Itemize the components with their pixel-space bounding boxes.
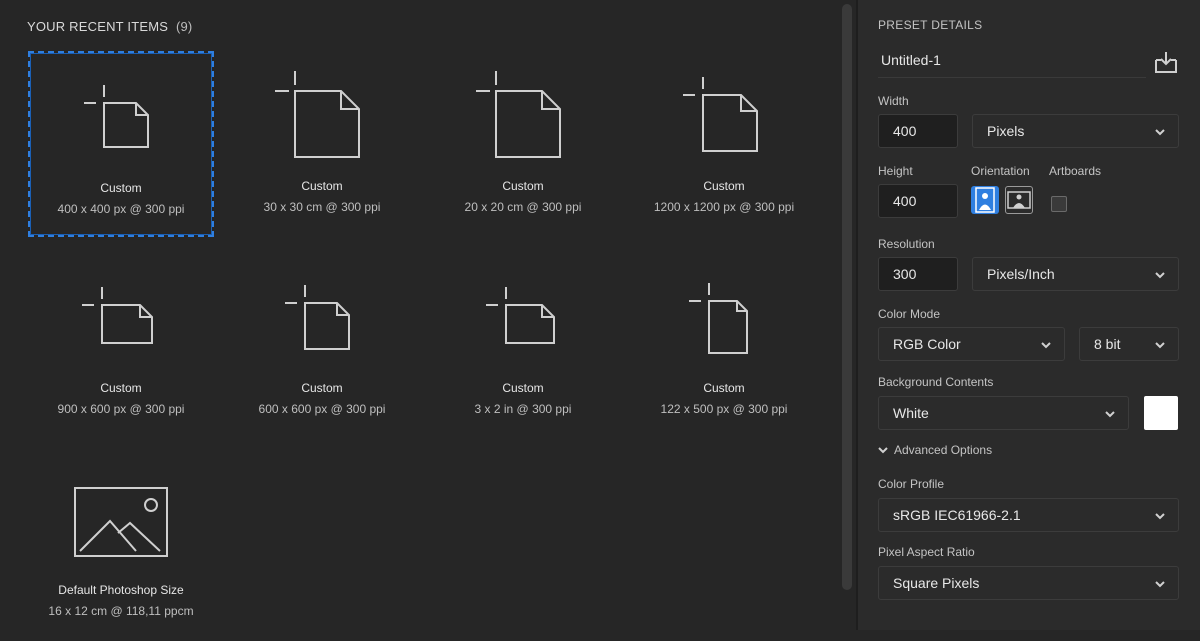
preset-details-panel: PRESET DETAILS Untitled-1 Width 400 Pixe… bbox=[858, 0, 1200, 630]
recent-item[interactable]: Custom 3 x 2 in @ 300 ppi bbox=[430, 253, 616, 439]
chevron-down-icon bbox=[1041, 342, 1051, 349]
resolution-unit-select[interactable]: Pixels/Inch bbox=[972, 257, 1179, 291]
color-mode-label: Color Mode bbox=[878, 307, 941, 321]
item-name: Custom bbox=[301, 381, 343, 395]
color-profile-label: Color Profile bbox=[878, 477, 945, 491]
recent-items-panel: YOUR RECENT ITEMS (9) Custom 400 x 400 p… bbox=[0, 0, 840, 630]
landscape-orientation-button[interactable] bbox=[1005, 186, 1033, 214]
chevron-down-icon bbox=[1155, 342, 1165, 349]
document-icon bbox=[631, 51, 817, 171]
document-icon bbox=[229, 51, 415, 171]
height-input[interactable]: 400 bbox=[878, 184, 958, 218]
item-dims: 122 x 500 px @ 300 ppi bbox=[660, 402, 788, 416]
color-profile-select[interactable]: sRGB IEC61966-2.1 bbox=[878, 498, 1179, 532]
item-name: Default Photoshop Size bbox=[58, 583, 184, 597]
document-icon bbox=[430, 51, 616, 171]
background-color-swatch[interactable] bbox=[1144, 396, 1178, 430]
document-icon bbox=[631, 253, 817, 373]
item-dims: 400 x 400 px @ 300 ppi bbox=[57, 202, 185, 216]
item-dims: 30 x 30 cm @ 300 ppi bbox=[263, 200, 381, 214]
artboards-checkbox[interactable] bbox=[1051, 196, 1067, 212]
artboards-label: Artboards bbox=[1049, 164, 1102, 178]
advanced-options-label: Advanced Options bbox=[894, 443, 993, 457]
advanced-options-toggle[interactable]: Advanced Options bbox=[878, 443, 992, 457]
recent-items-header: YOUR RECENT ITEMS (9) bbox=[27, 19, 192, 34]
recent-item[interactable]: Custom 600 x 600 px @ 300 ppi bbox=[229, 253, 415, 439]
document-icon bbox=[229, 253, 415, 373]
landscape-icon bbox=[1007, 191, 1031, 209]
item-name: Custom bbox=[100, 181, 142, 195]
item-dims: 900 x 600 px @ 300 ppi bbox=[57, 402, 185, 416]
width-input[interactable]: 400 bbox=[878, 114, 958, 148]
chevron-down-icon bbox=[1155, 129, 1165, 136]
item-name: Custom bbox=[301, 179, 343, 193]
portrait-orientation-button[interactable] bbox=[971, 186, 999, 214]
recent-item[interactable]: Custom 1200 x 1200 px @ 300 ppi bbox=[631, 51, 817, 237]
recent-item[interactable]: Custom 20 x 20 cm @ 300 ppi bbox=[430, 51, 616, 237]
chevron-down-icon bbox=[1155, 513, 1165, 520]
download-icon bbox=[1155, 52, 1177, 73]
width-label: Width bbox=[878, 94, 909, 108]
item-name: Custom bbox=[703, 179, 745, 193]
chevron-down-icon bbox=[1155, 272, 1165, 279]
item-dims: 16 x 12 cm @ 118,11 ppcm bbox=[48, 604, 194, 618]
color-mode-select[interactable]: RGB Color bbox=[878, 327, 1065, 361]
document-name-input[interactable]: Untitled-1 bbox=[878, 48, 1146, 78]
pixel-aspect-ratio-select[interactable]: Square Pixels bbox=[878, 566, 1179, 600]
document-icon bbox=[30, 53, 212, 173]
portrait-icon bbox=[975, 187, 995, 213]
item-name: Custom bbox=[502, 381, 544, 395]
background-contents-label: Background Contents bbox=[878, 375, 994, 389]
resolution-label: Resolution bbox=[878, 237, 935, 251]
preset-details-title: PRESET DETAILS bbox=[878, 18, 983, 32]
width-unit-select[interactable]: Pixels bbox=[972, 114, 1179, 148]
recent-item[interactable]: Custom 122 x 500 px @ 300 ppi bbox=[631, 253, 817, 439]
recent-item[interactable]: Custom 400 x 400 px @ 300 ppi bbox=[28, 51, 214, 237]
recent-item[interactable]: Custom 900 x 600 px @ 300 ppi bbox=[28, 253, 214, 439]
height-label: Height bbox=[878, 164, 913, 178]
item-name: Custom bbox=[703, 381, 745, 395]
document-icon bbox=[430, 253, 616, 373]
chevron-down-icon bbox=[878, 447, 888, 454]
bit-depth-select[interactable]: 8 bit bbox=[1079, 327, 1179, 361]
color-mode-value: RGB Color bbox=[893, 336, 961, 352]
background-contents-value: White bbox=[893, 405, 929, 421]
chevron-down-icon bbox=[1105, 411, 1115, 418]
chevron-down-icon bbox=[1155, 581, 1165, 588]
recent-items-title: YOUR RECENT ITEMS bbox=[27, 19, 169, 34]
item-dims: 20 x 20 cm @ 300 ppi bbox=[464, 200, 582, 214]
item-name: Custom bbox=[100, 381, 142, 395]
item-dims: 3 x 2 in @ 300 ppi bbox=[474, 402, 572, 416]
bit-depth-value: 8 bit bbox=[1094, 336, 1121, 352]
item-dims: 600 x 600 px @ 300 ppi bbox=[258, 402, 386, 416]
scrollbar[interactable] bbox=[842, 4, 852, 590]
recent-item[interactable]: Default Photoshop Size 16 x 12 cm @ 118,… bbox=[28, 455, 214, 641]
image-icon bbox=[28, 455, 214, 575]
save-preset-button[interactable] bbox=[1154, 50, 1178, 74]
color-profile-value: sRGB IEC61966-2.1 bbox=[893, 507, 1021, 523]
pixel-aspect-ratio-value: Square Pixels bbox=[893, 575, 980, 591]
item-name: Custom bbox=[502, 179, 544, 193]
resolution-unit-value: Pixels/Inch bbox=[987, 266, 1055, 282]
orientation-label: Orientation bbox=[971, 164, 1030, 178]
pixel-aspect-ratio-label: Pixel Aspect Ratio bbox=[878, 545, 975, 559]
document-icon bbox=[28, 253, 214, 373]
item-dims: 1200 x 1200 px @ 300 ppi bbox=[653, 200, 795, 214]
resolution-input[interactable]: 300 bbox=[878, 257, 958, 291]
background-contents-select[interactable]: White bbox=[878, 396, 1129, 430]
recent-item[interactable]: Custom 30 x 30 cm @ 300 ppi bbox=[229, 51, 415, 237]
recent-items-count: (9) bbox=[175, 19, 193, 34]
width-unit-value: Pixels bbox=[987, 123, 1025, 139]
